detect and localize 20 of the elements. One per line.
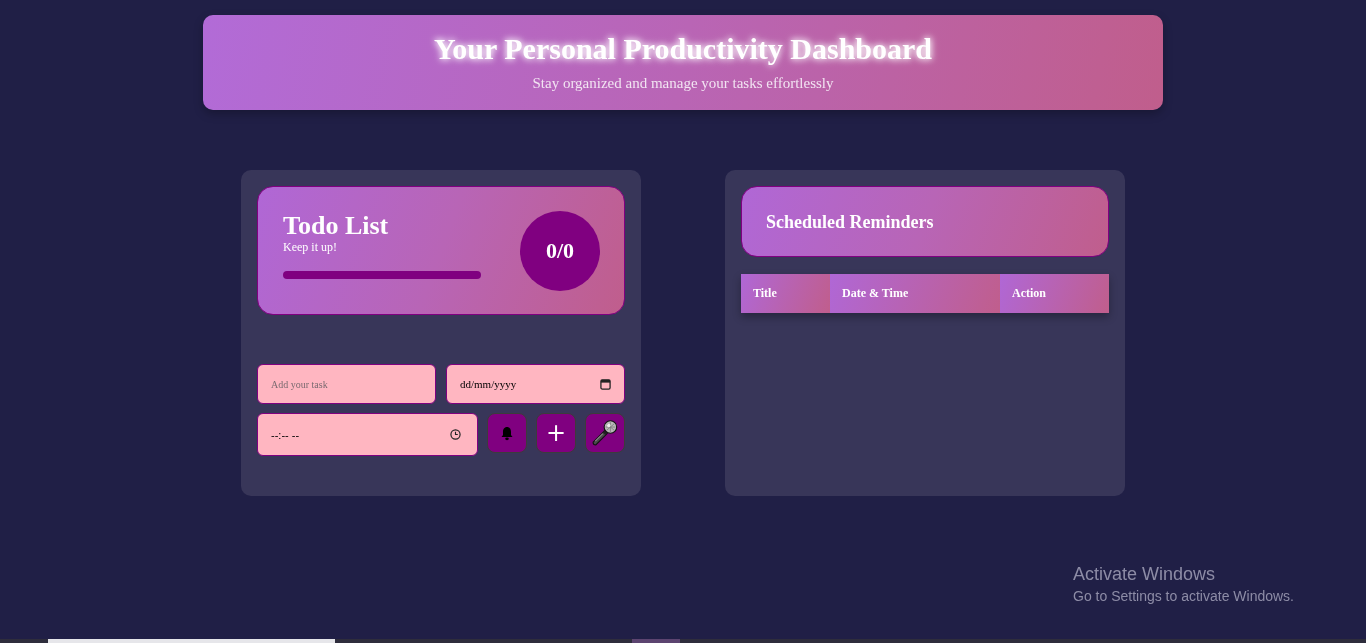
todo-message: Keep it up! bbox=[283, 240, 338, 254]
clock-icon[interactable] bbox=[450, 429, 461, 440]
date-field[interactable]: dd/mm/yyyy bbox=[446, 364, 625, 404]
reminders-title: Scheduled Reminders bbox=[766, 210, 934, 233]
page-title: Your Personal Productivity Dashboard bbox=[432, 31, 934, 67]
column-header: Action bbox=[1000, 274, 1109, 313]
time-field[interactable]: --:-- -- bbox=[257, 413, 478, 456]
activation-notice-title: Activate Windows bbox=[1073, 563, 1217, 586]
add-button[interactable]: + bbox=[536, 413, 576, 453]
activation-notice-text: Go to Settings to activate Windows. bbox=[1073, 587, 1294, 605]
page-subtitle: Stay organized and manage your tasks effortlessly bbox=[531, 74, 835, 92]
bell-icon bbox=[500, 425, 514, 441]
column-header: Date & Time bbox=[830, 274, 1000, 313]
voice-button[interactable] bbox=[585, 413, 625, 453]
task-input[interactable]: Add your task bbox=[257, 364, 436, 404]
microphone-icon bbox=[592, 420, 618, 446]
column-header: Title bbox=[741, 274, 830, 313]
todo-title: Todo List bbox=[283, 212, 390, 240]
calendar-icon[interactable] bbox=[600, 378, 611, 390]
task-counter: 0/0 bbox=[520, 210, 600, 291]
